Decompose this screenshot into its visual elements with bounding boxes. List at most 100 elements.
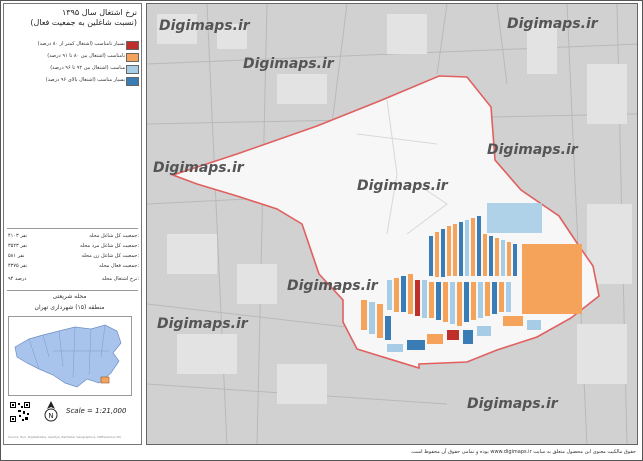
legend-title: نرخ اشتغال سال ۱۳۹۵ (نسبت شاغلین به جمعی…: [8, 8, 137, 28]
watermark-text: Digimaps.ir: [157, 316, 249, 332]
watermark-text: Digimaps.ir: [153, 160, 245, 176]
parcel: [435, 232, 439, 277]
parcel: [464, 282, 469, 322]
copyright-footer: حقوق مالکیت معنوی این محصول متعلق به سای…: [410, 449, 636, 455]
parcel: [499, 282, 504, 312]
parcel: [453, 224, 457, 276]
watermark-text: Digimaps.ir: [243, 56, 335, 72]
parcel: [501, 240, 505, 276]
parcel: [477, 216, 481, 276]
parcel: [436, 282, 441, 320]
tehran-locator: [14, 324, 122, 388]
parcel: [429, 282, 434, 318]
qr-code-icon: [9, 401, 31, 423]
map-credits: Source: Esri, DigitalGlobe, GeoEye, Eart…: [8, 435, 121, 439]
stat-value: ۴۳۷۵ نفر: [8, 263, 28, 269]
stat-label: جمعیت کل شاغل محله:: [89, 233, 139, 239]
scale-text: Scale = 1:21,000: [66, 407, 127, 415]
legend-item-poor: نامناسب (اشتغال بین ۸۰ تا ۹۱ درصد): [8, 52, 139, 62]
svg-text:N: N: [48, 412, 53, 420]
stat-label: جمعیت کل شاغل مرد محله:: [79, 243, 139, 249]
parcel: [408, 274, 413, 314]
parcel: [478, 282, 483, 318]
legend-divider: [7, 228, 138, 229]
stat-label: نرخ اشتغال محله:: [101, 276, 139, 282]
parcel: [401, 276, 406, 312]
legend-item-label: بسیار نامناسب (اشتغال کمتر از ۸۰ درصد): [37, 41, 125, 47]
legend-swatch: [126, 65, 139, 74]
parcel: [447, 226, 451, 276]
neighborhood-highlight: [100, 376, 110, 384]
parcel: [503, 316, 523, 326]
parcel: [522, 244, 582, 314]
stat-label: جمعیت کل شاغل زن محله:: [81, 253, 139, 259]
parcel: [463, 330, 473, 344]
parcel: [377, 304, 383, 338]
stat-row: جمعیت کل شاغل زن محله: ۵۸۱ نفر: [8, 253, 139, 262]
parcel: [506, 282, 511, 312]
stat-value: ۵۸۱ نفر: [8, 253, 25, 259]
legend-title-line2: (نسبت شاغلین به جمعیت فعال): [30, 18, 137, 27]
legend-swatch: [126, 53, 139, 62]
parcel: [487, 203, 542, 233]
stat-value: ۹۴ درصد: [8, 276, 27, 282]
parcel: [361, 300, 367, 330]
stat-value: ۴۱۰۳ نفر: [8, 233, 28, 239]
parcel: [443, 282, 448, 322]
watermark-text: Digimaps.ir: [487, 142, 579, 158]
stat-value: ۳۵۲۳ نفر: [8, 243, 28, 249]
stat-label: جمعیت فعال محله:: [99, 263, 139, 269]
legend-item-good: مناسب (اشتغال بین ۹۲ تا ۹۶ درصد): [8, 64, 139, 74]
legend-swatch: [126, 41, 139, 50]
legend-item-very-poor: بسیار نامناسب (اشتغال کمتر از ۸۰ درصد): [8, 40, 139, 50]
parcel: [459, 222, 463, 276]
parcel: [385, 316, 391, 340]
parcel: [429, 236, 433, 276]
parcel: [450, 282, 455, 324]
parcel: [495, 238, 499, 276]
stat-row: نرخ اشتغال محله: ۹۴ درصد: [8, 276, 139, 285]
parcel: [471, 282, 476, 320]
parcel: [485, 282, 490, 316]
parcel: [507, 242, 511, 276]
parcel: [369, 302, 375, 334]
legend-item-label: بسیار مناسب (اشتغال بالای ۹۶ درصد): [45, 77, 125, 83]
parcel: [492, 282, 497, 314]
parcel: [471, 218, 475, 276]
legend-item-label: نامناسب (اشتغال بین ۸۰ تا ۹۱ درصد): [47, 53, 125, 59]
position-title: محله شریعتی: [52, 293, 87, 300]
watermark-text: Digimaps.ir: [159, 18, 251, 34]
north-arrow-icon: N: [44, 401, 58, 422]
watermark-text: Digimaps.ir: [287, 278, 379, 294]
legend-item-label: مناسب (اشتغال بین ۹۲ تا ۹۶ درصد): [50, 65, 125, 71]
legend-divider: [7, 290, 138, 291]
basemap-svg: Digimaps.ir Digimaps.ir Digimaps.ir Digi…: [147, 4, 637, 444]
parcel: [394, 278, 399, 312]
parcel: [489, 236, 493, 276]
parcel: [387, 280, 392, 310]
position-subtitle: منطقه (۱۵) شهرداری تهران: [34, 304, 105, 311]
legend-item-very-good: بسیار مناسب (اشتغال بالای ۹۶ درصد): [8, 76, 139, 86]
stat-row: جمعیت فعال محله: ۴۳۷۵ نفر: [8, 263, 139, 272]
legend-swatch: [126, 77, 139, 86]
parcel: [422, 280, 427, 318]
parcel: [527, 320, 541, 330]
parcel: [407, 340, 425, 350]
parcel: [483, 234, 487, 276]
parcel: [415, 280, 420, 316]
stat-row: جمعیت کل شاغل مرد محله: ۳۵۲۳ نفر: [8, 243, 139, 252]
locator-inset-map: [8, 316, 132, 396]
stat-row: جمعیت کل شاغل محله: ۴۱۰۳ نفر: [8, 233, 139, 242]
parcel: [387, 344, 403, 352]
parcel: [427, 334, 443, 344]
parcel: [465, 220, 469, 276]
parcel: [513, 244, 517, 276]
legend-title-line1: نرخ اشتغال سال ۱۳۹۵: [61, 8, 137, 17]
watermark-text: Digimaps.ir: [357, 178, 449, 194]
main-map[interactable]: Digimaps.ir Digimaps.ir Digimaps.ir Digi…: [146, 3, 638, 445]
watermark-text: Digimaps.ir: [507, 16, 599, 32]
parcel: [457, 282, 462, 326]
parcel: [447, 330, 459, 340]
parcel: [477, 326, 491, 336]
parcel: [441, 229, 445, 277]
